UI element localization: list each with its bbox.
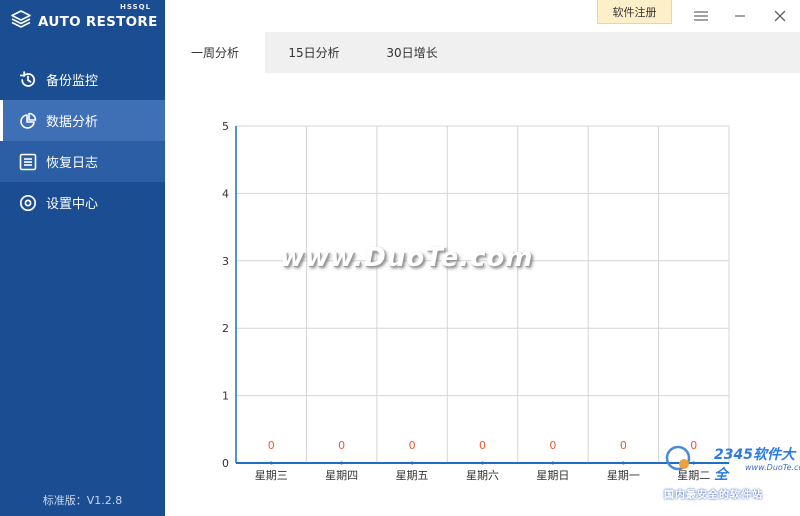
data-point [621,461,625,465]
sidebar-item-data-analysis[interactable]: 数据分析 [0,100,165,141]
tab-15-days[interactable]: 15日分析 [265,32,363,73]
minimize-icon [735,15,745,17]
data-label: 0 [549,439,556,452]
pie-chart-icon [20,112,37,129]
x-category-label: 星期五 [396,469,429,482]
sidebar-item-restore-log[interactable]: 恢复日志 [0,141,165,182]
x-category-label: 星期三 [255,469,288,482]
data-label: 0 [620,439,627,452]
sidebar-nav: 备份监控 数据分析 恢复日志 设置中心 [0,59,165,223]
x-category-label: 星期一 [607,469,640,482]
layers-logo-icon [11,10,31,28]
sidebar: AUTO RESTORE HSSQL 备份监控 数据分析 恢复日志 设置中心 标… [0,0,165,516]
sidebar-item-label: 备份监控 [46,74,99,89]
log-list-icon [19,153,37,170]
y-tick-label: 4 [222,187,229,200]
data-label: 0 [268,439,275,452]
y-tick-label: 0 [222,457,229,470]
sidebar-item-settings[interactable]: 设置中心 [0,182,165,223]
app-window: AUTO RESTORE HSSQL 备份监控 数据分析 恢复日志 设置中心 标… [0,0,800,516]
watermark-text: www.DuoTe.com [280,243,534,273]
corner-watermark-slogan: 国内最安全的软件站 [664,490,763,501]
corner-watermark-url: www.DuoTe.com [745,463,800,472]
settings-icon [19,194,37,211]
tab-30-days[interactable]: 30日增长 [363,32,461,73]
data-point [340,461,344,465]
x-category-label: 星期六 [466,469,499,482]
data-point [551,461,555,465]
app-title: AUTO RESTORE [38,14,158,30]
version-label: 标准版：V1.2.8 [42,494,123,507]
data-label: 0 [409,439,416,452]
y-tick-label: 1 [222,390,229,403]
data-point [410,461,414,465]
data-label: 0 [479,439,486,452]
data-point [269,461,273,465]
sidebar-item-label: 数据分析 [46,115,99,130]
register-button[interactable]: 软件注册 [597,0,672,24]
close-icon [774,10,786,22]
y-tick-label: 3 [222,255,229,268]
tab-bar: 一周分析 15日分析 30日增长 [165,32,800,73]
data-point [481,461,484,465]
y-tick-label: 2 [222,322,229,335]
sidebar-item-label: 恢复日志 [46,156,99,171]
app-subtitle: HSSQL [120,3,152,11]
tab-one-week[interactable]: 一周分析 [165,32,265,73]
data-label: 0 [338,439,345,452]
title-bar: 软件注册 [165,0,800,32]
hamburger-menu-icon [694,11,708,21]
x-category-label: 星期四 [325,469,358,482]
sidebar-item-label: 设置中心 [46,197,99,212]
close-button[interactable] [769,6,791,26]
x-category-label: 星期日 [536,469,569,482]
minimize-button[interactable] [729,6,751,26]
y-tick-label: 5 [222,120,229,133]
history-icon [19,70,36,87]
sidebar-item-backup-monitor[interactable]: 备份监控 [0,59,165,100]
menu-button[interactable] [690,6,712,26]
